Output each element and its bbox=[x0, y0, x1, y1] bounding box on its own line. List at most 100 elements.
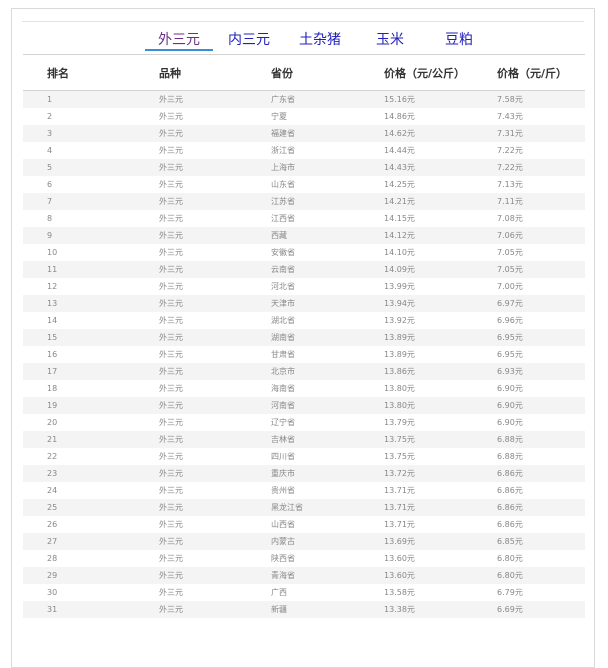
price-jin-cell: 7.22元 bbox=[473, 159, 585, 176]
price-kg-cell: 14.21元 bbox=[360, 193, 473, 210]
table-row: 1 外三元 广东省 15.16元 7.58元 bbox=[23, 90, 585, 108]
variety-cell: 外三元 bbox=[135, 90, 247, 108]
province-cell: 上海市 bbox=[247, 159, 360, 176]
price-jin-cell: 6.85元 bbox=[473, 533, 585, 550]
table-row: 8 外三元 江西省 14.15元 7.08元 bbox=[23, 210, 585, 227]
variety-cell: 外三元 bbox=[135, 567, 247, 584]
rank-cell: 21 bbox=[23, 431, 135, 448]
tab-neisanyuan[interactable]: 内三元 bbox=[213, 27, 285, 51]
rank-cell: 5 bbox=[23, 159, 135, 176]
table-row: 12 外三元 河北省 13.99元 7.00元 bbox=[23, 278, 585, 295]
rank-cell: 1 bbox=[23, 90, 135, 108]
price-jin-cell: 6.88元 bbox=[473, 448, 585, 465]
rank-cell: 15 bbox=[23, 329, 135, 346]
table-row: 3 外三元 福建省 14.62元 7.31元 bbox=[23, 125, 585, 142]
table-row: 24 外三元 贵州省 13.71元 6.86元 bbox=[23, 482, 585, 499]
variety-cell: 外三元 bbox=[135, 363, 247, 380]
col-header-price-jin: 价格（元/斤） bbox=[473, 54, 585, 91]
price-kg-cell: 13.71元 bbox=[360, 499, 473, 516]
table-row: 6 外三元 山东省 14.25元 7.13元 bbox=[23, 176, 585, 193]
province-cell: 广东省 bbox=[247, 90, 360, 108]
table-row: 17 外三元 北京市 13.86元 6.93元 bbox=[23, 363, 585, 380]
rank-cell: 12 bbox=[23, 278, 135, 295]
price-kg-cell: 13.69元 bbox=[360, 533, 473, 550]
province-cell: 海南省 bbox=[247, 380, 360, 397]
price-kg-cell: 14.43元 bbox=[360, 159, 473, 176]
price-jin-cell: 7.11元 bbox=[473, 193, 585, 210]
variety-cell: 外三元 bbox=[135, 295, 247, 312]
variety-cell: 外三元 bbox=[135, 193, 247, 210]
tab-doupo[interactable]: 豆粕 bbox=[425, 27, 493, 51]
table-row: 28 外三元 陕西省 13.60元 6.80元 bbox=[23, 550, 585, 567]
category-tabs: 外三元 内三元 土杂猪 玉米 豆粕 bbox=[145, 27, 493, 53]
price-jin-cell: 6.96元 bbox=[473, 312, 585, 329]
rank-cell: 30 bbox=[23, 584, 135, 601]
province-cell: 河南省 bbox=[247, 397, 360, 414]
price-jin-cell: 7.31元 bbox=[473, 125, 585, 142]
variety-cell: 外三元 bbox=[135, 516, 247, 533]
tab-tuzazhu[interactable]: 土杂猪 bbox=[285, 27, 355, 51]
table-body: 1 外三元 广东省 15.16元 7.58元 2 外三元 宁夏 14.86元 7.43元 3 外三元福… bbox=[23, 90, 585, 618]
col-header-variety: 品种 bbox=[135, 54, 247, 91]
table-row: 23 外三元 重庆市 13.72元 6.86元 bbox=[23, 465, 585, 482]
tab-waisanyuan[interactable]: 外三元 bbox=[145, 27, 213, 51]
price-jin-cell: 6.86元 bbox=[473, 499, 585, 516]
rank-cell: 8 bbox=[23, 210, 135, 227]
price-jin-cell: 7.13元 bbox=[473, 176, 585, 193]
rank-cell: 4 bbox=[23, 142, 135, 159]
rank-cell: 14 bbox=[23, 312, 135, 329]
price-jin-cell: 6.86元 bbox=[473, 482, 585, 499]
price-jin-cell: 6.90元 bbox=[473, 397, 585, 414]
tab-yumi[interactable]: 玉米 bbox=[355, 27, 425, 51]
price-jin-cell: 7.22元 bbox=[473, 142, 585, 159]
variety-cell: 外三元 bbox=[135, 601, 247, 618]
price-jin-cell: 6.80元 bbox=[473, 550, 585, 567]
variety-cell: 外三元 bbox=[135, 227, 247, 244]
variety-cell: 外三元 bbox=[135, 380, 247, 397]
price-jin-cell: 6.86元 bbox=[473, 465, 585, 482]
rank-cell: 7 bbox=[23, 193, 135, 210]
variety-cell: 外三元 bbox=[135, 414, 247, 431]
variety-cell: 外三元 bbox=[135, 550, 247, 567]
rank-cell: 23 bbox=[23, 465, 135, 482]
province-cell: 湖南省 bbox=[247, 329, 360, 346]
table-header-row: 排名 品种 省份 价格（元/公斤） 价格（元/斤） bbox=[23, 54, 585, 91]
price-kg-cell: 13.71元 bbox=[360, 482, 473, 499]
price-jin-cell: 6.69元 bbox=[473, 601, 585, 618]
table-row: 11 外三元 云南省 14.09元 7.05元 bbox=[23, 261, 585, 278]
variety-cell: 外三元 bbox=[135, 397, 247, 414]
province-cell: 辽宁省 bbox=[247, 414, 360, 431]
price-kg-cell: 14.62元 bbox=[360, 125, 473, 142]
rank-cell: 29 bbox=[23, 567, 135, 584]
province-cell: 甘肃省 bbox=[247, 346, 360, 363]
variety-cell: 外三元 bbox=[135, 346, 247, 363]
province-cell: 广西 bbox=[247, 584, 360, 601]
province-cell: 北京市 bbox=[247, 363, 360, 380]
variety-cell: 外三元 bbox=[135, 448, 247, 465]
rank-cell: 18 bbox=[23, 380, 135, 397]
table-row: 27 外三元 内蒙古 13.69元 6.85元 bbox=[23, 533, 585, 550]
table-row: 21 外三元 吉林省 13.75元 6.88元 bbox=[23, 431, 585, 448]
province-cell: 山东省 bbox=[247, 176, 360, 193]
rank-cell: 11 bbox=[23, 261, 135, 278]
table-row: 20 外三元 辽宁省 13.79元 6.90元 bbox=[23, 414, 585, 431]
province-cell: 江西省 bbox=[247, 210, 360, 227]
price-kg-cell: 13.38元 bbox=[360, 601, 473, 618]
price-jin-cell: 7.08元 bbox=[473, 210, 585, 227]
rank-cell: 28 bbox=[23, 550, 135, 567]
price-kg-cell: 13.60元 bbox=[360, 550, 473, 567]
price-kg-cell: 13.58元 bbox=[360, 584, 473, 601]
province-cell: 贵州省 bbox=[247, 482, 360, 499]
price-kg-cell: 13.86元 bbox=[360, 363, 473, 380]
variety-cell: 外三元 bbox=[135, 431, 247, 448]
price-jin-cell: 7.00元 bbox=[473, 278, 585, 295]
price-jin-cell: 6.95元 bbox=[473, 329, 585, 346]
table-row: 30 外三元 广西 13.58元 6.79元 bbox=[23, 584, 585, 601]
province-cell: 青海省 bbox=[247, 567, 360, 584]
price-kg-cell: 13.79元 bbox=[360, 414, 473, 431]
province-cell: 天津市 bbox=[247, 295, 360, 312]
province-cell: 四川省 bbox=[247, 448, 360, 465]
rank-cell: 24 bbox=[23, 482, 135, 499]
price-kg-cell: 14.12元 bbox=[360, 227, 473, 244]
price-kg-cell: 13.80元 bbox=[360, 397, 473, 414]
